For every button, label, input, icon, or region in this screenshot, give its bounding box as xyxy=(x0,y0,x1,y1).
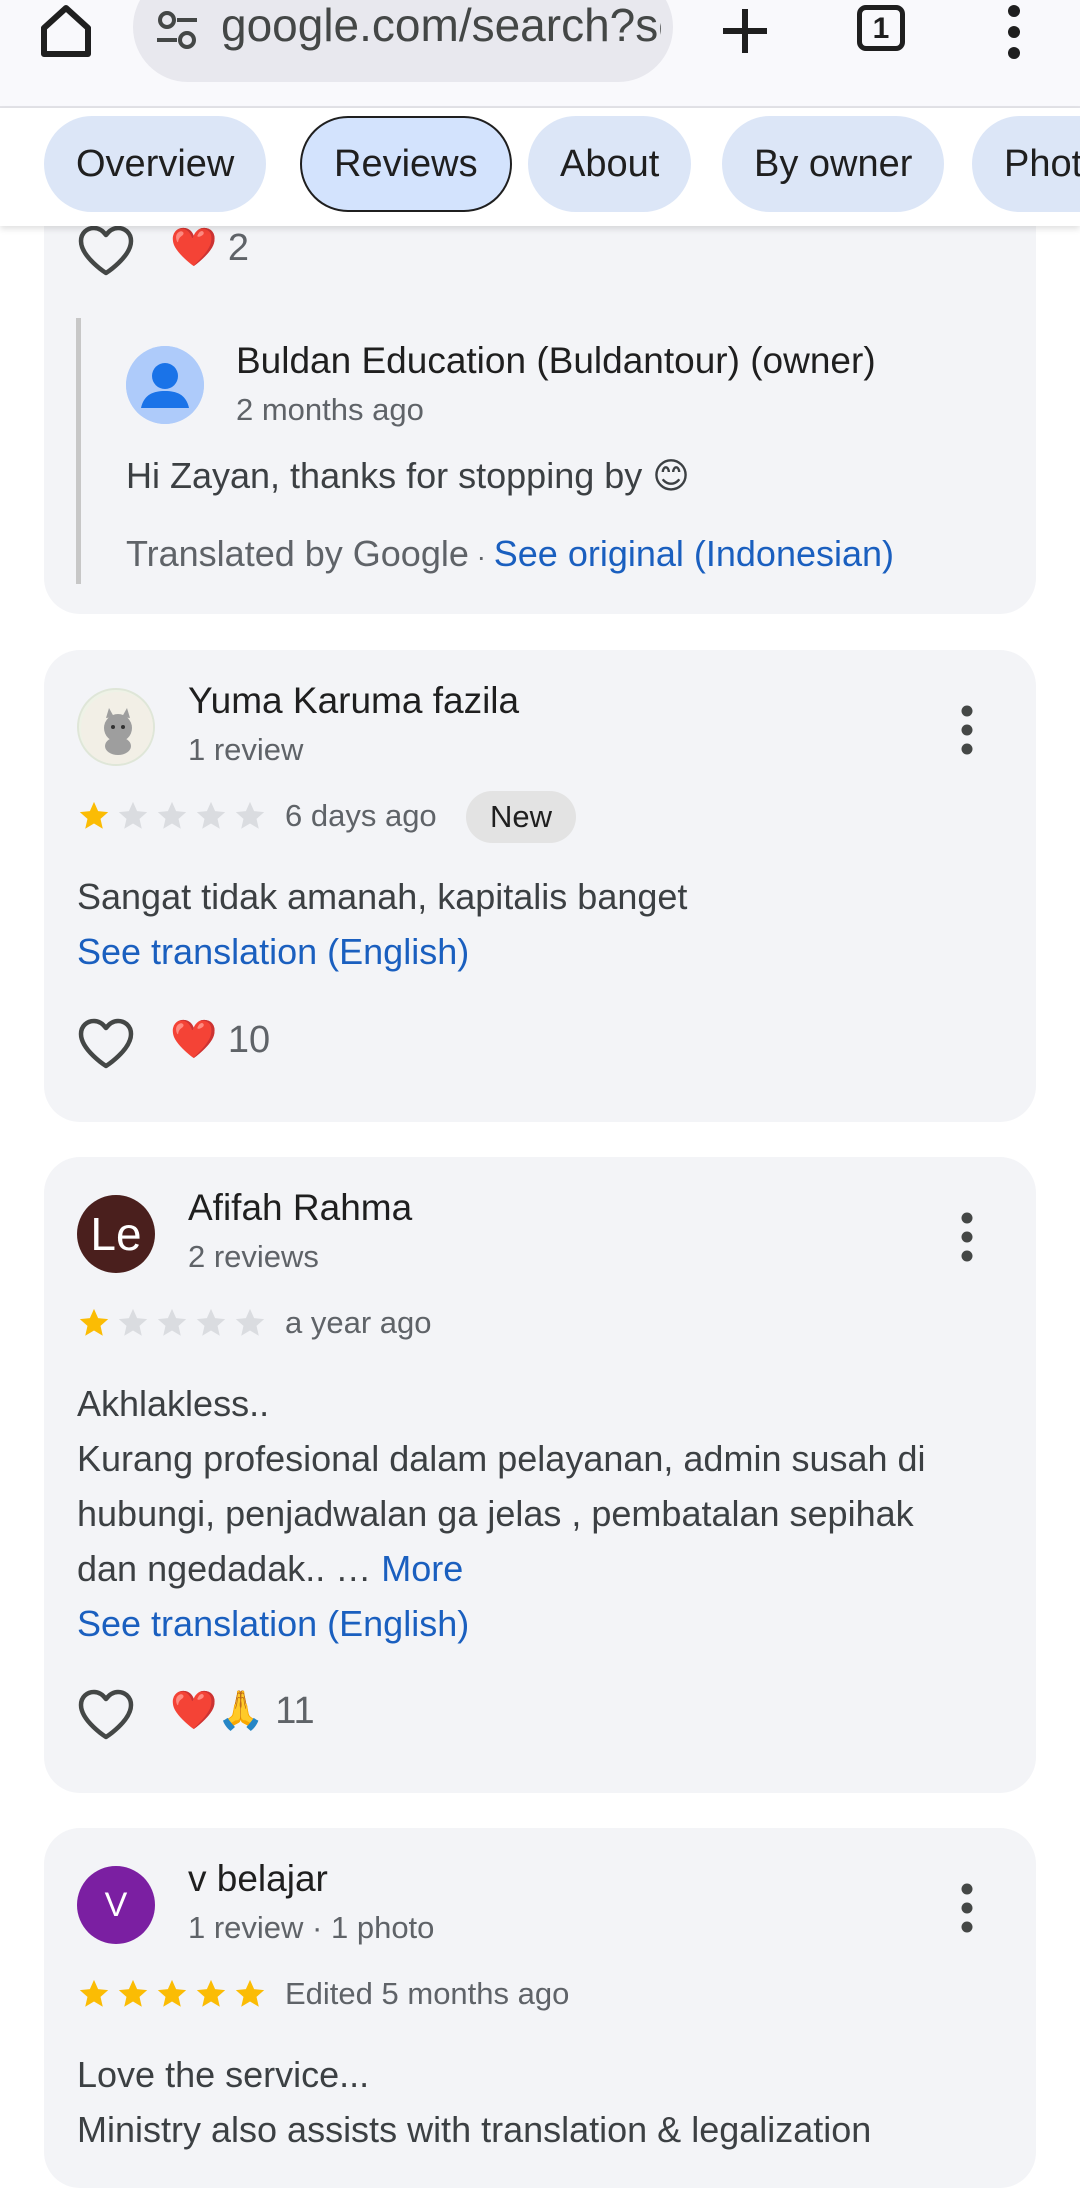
reaction-emoji: ❤️ xyxy=(170,227,218,269)
reaction-emoji: ❤️🙏 xyxy=(170,1690,265,1732)
section-tabs: Overview Reviews About By owner Photos xyxy=(0,108,1080,226)
browser-toolbar: google.com/search?sca_esv 1 xyxy=(0,0,1080,108)
url-text[interactable]: google.com/search?sca_esv xyxy=(221,0,661,52)
more-vert-icon[interactable] xyxy=(959,1212,975,1262)
owner-reply-time: 2 months ago xyxy=(236,392,424,427)
avatar[interactable]: Le xyxy=(77,1195,155,1273)
star-filled-icon xyxy=(196,1979,226,2007)
star-filled-icon xyxy=(79,1308,109,1336)
see-translation-link[interactable]: See translation (English) xyxy=(77,1596,1007,1651)
more-vert-icon[interactable] xyxy=(959,705,975,755)
address-bar[interactable]: google.com/search?sca_esv xyxy=(133,0,673,82)
review-time: a year ago xyxy=(285,1305,432,1340)
more-vert-icon[interactable] xyxy=(959,1883,975,1933)
translated-by-label: Translated by Google xyxy=(126,533,469,574)
review-text: Love the service... Ministry also assist… xyxy=(77,2047,1007,2157)
review-card: Le Afifah Rahma 2 reviews a year ago Akh… xyxy=(44,1157,1036,1793)
review-time: Edited 5 months ago xyxy=(285,1976,570,2011)
star-filled-icon xyxy=(235,1979,265,2007)
avatar-initials: Le xyxy=(90,1208,142,1260)
tab-by-owner[interactable]: By owner xyxy=(722,116,945,212)
review-text-line: hubungi, penjadwalan ga jelas , pembatal… xyxy=(77,1493,914,1534)
review-time: 6 days ago xyxy=(285,798,437,833)
star-filled-icon xyxy=(79,801,109,829)
review-card: V v belajar 1 review · 1 photo Edited 5 … xyxy=(44,1828,1036,2188)
tab-reviews[interactable]: Reviews xyxy=(300,116,512,212)
review-text: Sangat tidak amanah, kapitalis banget xyxy=(77,876,688,917)
review-text: Akhlakless.. Kurang profesional dalam pe… xyxy=(77,1376,1007,1651)
person-icon xyxy=(126,346,204,424)
see-original-link[interactable]: See original (Indonesian) xyxy=(494,533,894,574)
reviewer-name[interactable]: Yuma Karuma fazila xyxy=(188,680,519,722)
heart-outline-icon[interactable] xyxy=(77,1689,135,1741)
owner-avatar xyxy=(126,346,204,424)
star-filled-icon xyxy=(157,1979,187,2007)
see-translation-link[interactable]: See translation (English) xyxy=(77,924,1007,979)
owner-reply-bar xyxy=(76,318,81,584)
review-text-line: dan ngedadak.. … More xyxy=(77,1541,1007,1596)
reaction-emoji: ❤️ xyxy=(170,1019,218,1061)
heart-outline-icon[interactable] xyxy=(77,1018,135,1070)
star-empty-icon xyxy=(118,801,148,829)
tab-photos[interactable]: Photos xyxy=(972,116,1080,212)
owner-reply-text: Hi Zayan, thanks for stopping by 😊 xyxy=(126,455,690,496)
review-text-line: Ministry also assists with translation &… xyxy=(77,2109,872,2150)
tab-about[interactable]: About xyxy=(528,116,692,212)
reaction-summary[interactable]: ❤️ 10 xyxy=(170,1018,270,1062)
reviewer-name[interactable]: Afifah Rahma xyxy=(188,1187,412,1229)
reaction-summary[interactable]: ❤️🙏 11 xyxy=(170,1689,315,1733)
reviewer-meta: 2 reviews xyxy=(188,1239,319,1274)
star-rating xyxy=(77,1306,272,1342)
star-empty-icon xyxy=(235,1308,265,1336)
owner-name: Buldan Education (Buldantour) (owner) xyxy=(236,340,876,381)
star-empty-icon xyxy=(196,1308,226,1336)
reaction-summary[interactable]: ❤️ 2 xyxy=(170,226,249,270)
star-empty-icon xyxy=(235,801,265,829)
avatar-initial: V xyxy=(104,1886,128,1924)
star-filled-icon xyxy=(79,1979,109,2007)
home-icon[interactable] xyxy=(38,0,94,60)
plus-icon[interactable] xyxy=(718,4,772,58)
review-text-line: Love the service... xyxy=(77,2054,370,2095)
star-empty-icon xyxy=(196,801,226,829)
reviewer-name[interactable]: v belajar xyxy=(188,1858,328,1900)
translation-note: Translated by Google · See original (Ind… xyxy=(126,526,1056,584)
reviewer-meta: 1 review xyxy=(188,732,304,767)
more-link[interactable]: More xyxy=(381,1548,463,1589)
star-empty-icon xyxy=(118,1308,148,1336)
review-text-line: Akhlakless.. xyxy=(77,1383,270,1424)
new-badge: New xyxy=(466,791,577,843)
tab-overview[interactable]: Overview xyxy=(44,116,267,212)
review-text-line: Kurang profesional dalam pelayanan, admi… xyxy=(77,1438,926,1479)
review-text-line-end: dan ngedadak.. … xyxy=(77,1548,372,1589)
more-vert-icon[interactable] xyxy=(1000,4,1028,60)
review-card: Yuma Karuma fazila 1 review 6 days ago N… xyxy=(44,650,1036,1122)
tune-icon[interactable] xyxy=(155,8,199,52)
star-empty-icon xyxy=(157,1308,187,1336)
heart-outline-icon[interactable] xyxy=(77,225,135,277)
reviewer-meta: 1 review · 1 photo xyxy=(188,1910,435,1945)
avatar[interactable] xyxy=(77,688,155,766)
star-empty-icon xyxy=(157,801,187,829)
avatar[interactable]: V xyxy=(77,1866,155,1944)
star-rating xyxy=(77,799,272,835)
reaction-count: 11 xyxy=(275,1690,315,1732)
reaction-count: 2 xyxy=(227,227,250,269)
separator: · xyxy=(468,541,494,572)
tab-switcher-button[interactable]: 1 xyxy=(857,5,905,51)
cat-avatar-icon xyxy=(81,692,153,764)
star-rating xyxy=(77,1977,272,2013)
reaction-count: 10 xyxy=(227,1019,271,1061)
star-filled-icon xyxy=(118,1979,148,2007)
